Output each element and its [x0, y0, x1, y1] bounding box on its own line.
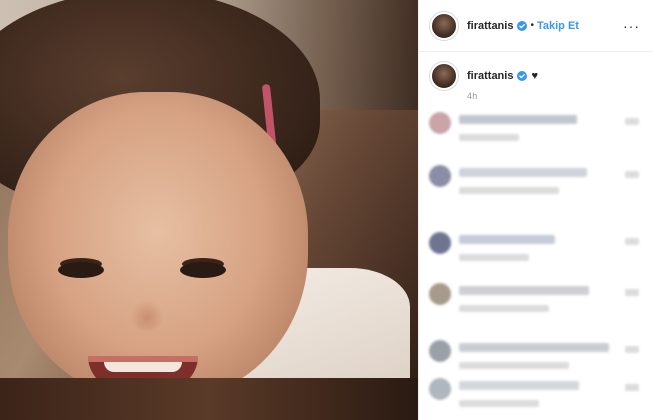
photo-teeth: [104, 362, 182, 372]
caption-row: firattanis ♥: [419, 62, 653, 90]
comment-row[interactable]: [429, 378, 649, 412]
comment-like-blurred[interactable]: [625, 118, 639, 125]
comment-text-blurred: [459, 286, 589, 295]
photo-eye-left: [58, 262, 104, 278]
comment-text-blurred: [459, 381, 579, 390]
post-header: firattanis • Takip Et ···: [419, 0, 653, 52]
post-side-panel: firattanis • Takip Et ··· firattanis ♥ 4…: [418, 0, 653, 420]
author-avatar[interactable]: [430, 11, 458, 40]
comment-row[interactable]: [429, 283, 649, 317]
follow-button[interactable]: Takip Et: [537, 20, 579, 32]
more-options-icon[interactable]: ···: [623, 18, 640, 34]
post-photo[interactable]: [0, 0, 418, 420]
comment-like-blurred[interactable]: [625, 289, 639, 296]
verified-badge-icon: [517, 20, 528, 31]
verified-badge-icon: [517, 71, 528, 81]
comment-avatar[interactable]: [429, 378, 451, 400]
comment-meta-blurred: [459, 254, 529, 261]
comment-meta-blurred: [459, 305, 549, 312]
caption-author-avatar[interactable]: [430, 62, 458, 90]
comment-row[interactable]: [429, 340, 649, 374]
comment-meta-blurred: [459, 400, 539, 407]
comment-like-blurred[interactable]: [625, 238, 639, 245]
comment-meta-blurred: [459, 187, 559, 194]
comment-row[interactable]: [429, 112, 649, 146]
separator-dot: •: [530, 20, 534, 31]
comment-like-blurred[interactable]: [625, 346, 639, 353]
caption-author-username[interactable]: firattanis: [467, 70, 513, 82]
comment-meta-blurred: [459, 134, 519, 141]
comment-avatar[interactable]: [429, 112, 451, 134]
photo-table: [0, 378, 418, 420]
photo-nose: [130, 300, 164, 330]
comment-text-blurred: [459, 235, 555, 244]
comment-avatar[interactable]: [429, 283, 451, 305]
author-username[interactable]: firattanis: [467, 20, 513, 32]
comment-text-blurred: [459, 343, 609, 352]
comment-row[interactable]: [429, 232, 649, 266]
comment-avatar[interactable]: [429, 165, 451, 187]
comment-text-blurred: [459, 115, 577, 124]
comment-avatar[interactable]: [429, 340, 451, 362]
post-timestamp: 4h: [467, 91, 478, 101]
comment-avatar[interactable]: [429, 232, 451, 254]
heart-icon: ♥: [531, 70, 538, 82]
comment-like-blurred[interactable]: [625, 384, 639, 391]
comment-meta-blurred: [459, 362, 569, 369]
comment-text-blurred: [459, 168, 587, 177]
comment-like-blurred[interactable]: [625, 171, 639, 178]
photo-eye-right: [180, 262, 226, 278]
comment-row[interactable]: [429, 165, 649, 199]
